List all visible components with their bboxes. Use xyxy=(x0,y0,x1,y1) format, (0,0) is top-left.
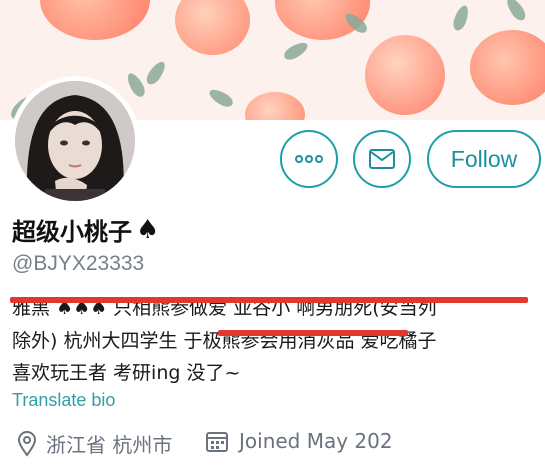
calendar-icon xyxy=(206,432,228,452)
avatar-photo xyxy=(15,81,135,201)
translate-bio-link[interactable]: Translate bio xyxy=(12,390,115,411)
display-name-row: 超级小桃子 ♠ xyxy=(12,212,159,247)
envelope-icon xyxy=(369,149,395,169)
join-date-text: Joined May 202 xyxy=(239,429,393,453)
follow-button[interactable]: Follow xyxy=(427,130,541,188)
handle: @BJYX23333 xyxy=(12,252,145,275)
location-pin-icon xyxy=(17,430,37,457)
edge-fade xyxy=(455,420,545,472)
display-name: 超级小桃子 xyxy=(12,218,132,246)
redaction-mark xyxy=(218,330,408,336)
location: 浙江省 杭州市 xyxy=(16,429,172,458)
message-button[interactable] xyxy=(353,130,411,188)
redaction-mark xyxy=(10,297,528,303)
join-date: Joined May 202 xyxy=(205,429,393,453)
more-button[interactable] xyxy=(280,130,338,188)
spade-icon: ♠ xyxy=(136,214,160,245)
bio-line-3: 喜欢玩王者 考研ing 没了~ xyxy=(12,362,241,384)
location-text: 浙江省 杭州市 xyxy=(46,433,173,457)
avatar[interactable] xyxy=(10,76,140,206)
more-horizontal-icon xyxy=(295,155,323,163)
